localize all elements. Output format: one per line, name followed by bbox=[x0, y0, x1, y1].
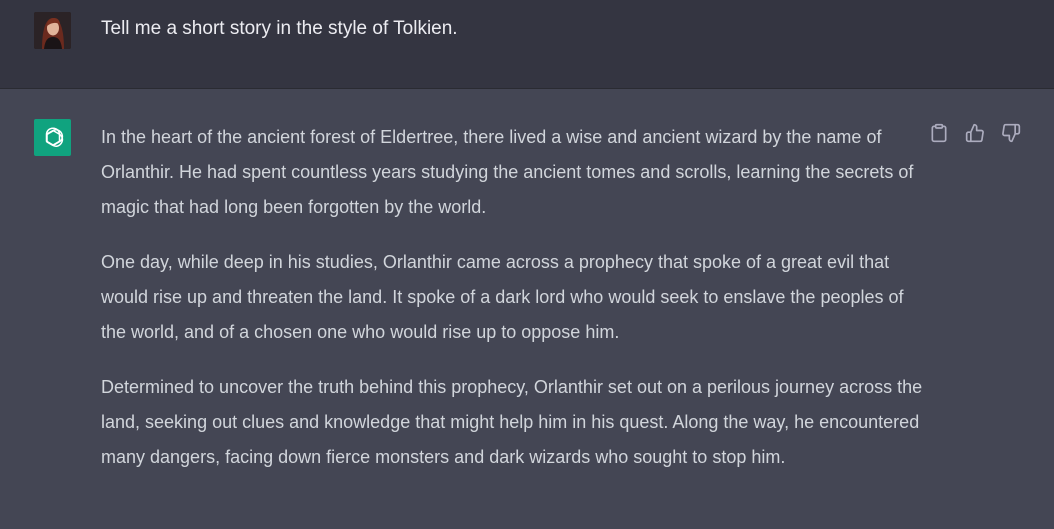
openai-logo-icon bbox=[34, 119, 71, 156]
response-paragraph: One day, while deep in his studies, Orla… bbox=[101, 252, 904, 342]
clipboard-icon bbox=[931, 123, 947, 143]
assistant-response: In the heart of the ancient forest of El… bbox=[101, 120, 931, 495]
copy-button[interactable] bbox=[928, 122, 950, 144]
thumbs-up-icon bbox=[965, 123, 984, 143]
response-paragraph: In the heart of the ancient forest of El… bbox=[101, 127, 914, 217]
user-message-text: Tell me a short story in the style of To… bbox=[101, 18, 458, 39]
assistant-message-row: In the heart of the ancient forest of El… bbox=[0, 89, 1054, 529]
user-message-row: Tell me a short story in the style of To… bbox=[0, 0, 1054, 89]
thumbs-down-icon bbox=[1002, 123, 1021, 143]
dislike-button[interactable] bbox=[1000, 122, 1022, 144]
like-button[interactable] bbox=[964, 122, 986, 144]
response-paragraph: Determined to uncover the truth behind t… bbox=[101, 377, 923, 467]
user-avatar bbox=[34, 12, 71, 49]
message-actions bbox=[928, 122, 1022, 144]
